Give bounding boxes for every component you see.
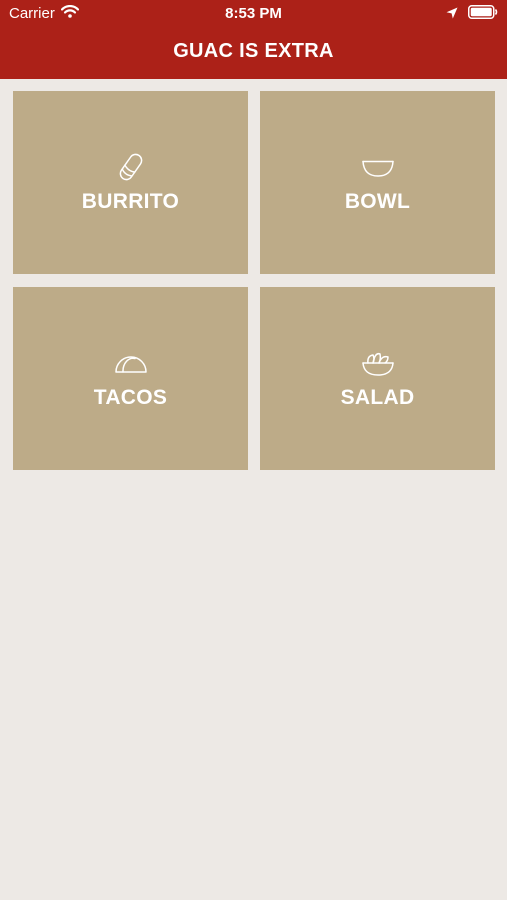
location-arrow-icon [446, 6, 458, 23]
menu-item-label: BOWL [344, 190, 411, 213]
menu-item-label: SALAD [340, 386, 415, 409]
menu-item-burrito[interactable]: BURRITO [13, 91, 248, 274]
menu-item-label: BURRITO [81, 190, 180, 213]
app-header: Carrier 8:53 PM GUAC IS EXTRA [0, 0, 507, 79]
burrito-icon [113, 153, 149, 181]
page-title: GUAC IS EXTRA [173, 40, 334, 62]
menu-item-bowl[interactable]: BOWL [260, 91, 495, 274]
taco-icon [113, 349, 149, 377]
status-right-group [446, 5, 498, 23]
status-bar: Carrier 8:53 PM [0, 0, 507, 28]
bowl-icon [360, 153, 396, 181]
status-time: 8:53 PM [225, 5, 282, 22]
menu-item-label: TACOS [93, 386, 168, 409]
salad-icon [360, 349, 396, 377]
menu-item-salad[interactable]: SALAD [260, 287, 495, 470]
menu-item-tacos[interactable]: TACOS [13, 287, 248, 470]
battery-icon [468, 5, 498, 23]
